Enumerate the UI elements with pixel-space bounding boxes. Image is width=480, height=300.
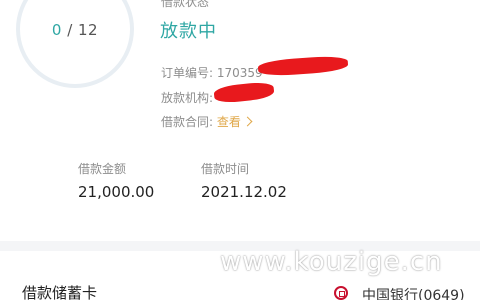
chevron-right-icon [242, 116, 253, 127]
status-label: 借款状态 [161, 0, 210, 9]
order-number-value: 170359 [216, 66, 263, 80]
lender-redaction [213, 80, 275, 105]
loan-amount-value: 21,000.00 [78, 183, 155, 201]
lender-label: 放款机构: [161, 91, 214, 105]
order-number-row: 订单编号: 170359 [161, 64, 263, 81]
view-contract-link[interactable]: 查看 [216, 115, 253, 129]
progress-total: 12 [78, 21, 99, 39]
loan-detail-page: 0 / 12 借款状态 放款中 订单编号: 170359 放款机构: 借款合同:… [0, 0, 480, 300]
loan-amount-label: 借款金额 [78, 162, 127, 176]
order-number-redaction [257, 54, 349, 78]
view-contract-label: 查看 [216, 115, 241, 129]
contract-label: 借款合同: [161, 115, 214, 129]
loan-time-label: 借款时间 [201, 162, 250, 176]
contract-row: 借款合同: 查看 [161, 113, 253, 130]
bank-name[interactable]: 中国银行(0649) [362, 285, 465, 300]
repayment-progress: 0 / 12 [28, 21, 122, 39]
debit-card-title: 借款储蓄卡 [22, 284, 98, 300]
progress-current: 0 [51, 21, 62, 39]
progress-separator: / [61, 21, 79, 39]
lender-row: 放款机构: [161, 89, 213, 106]
repayment-progress-ring [16, 0, 134, 88]
loan-time-value: 2021.12.02 [201, 183, 287, 201]
order-number-label: 订单编号: [161, 66, 214, 80]
status-value: 放款中 [160, 21, 217, 42]
bank-of-china-icon [334, 286, 348, 300]
watermark: www.kouzige.cn [220, 247, 443, 277]
